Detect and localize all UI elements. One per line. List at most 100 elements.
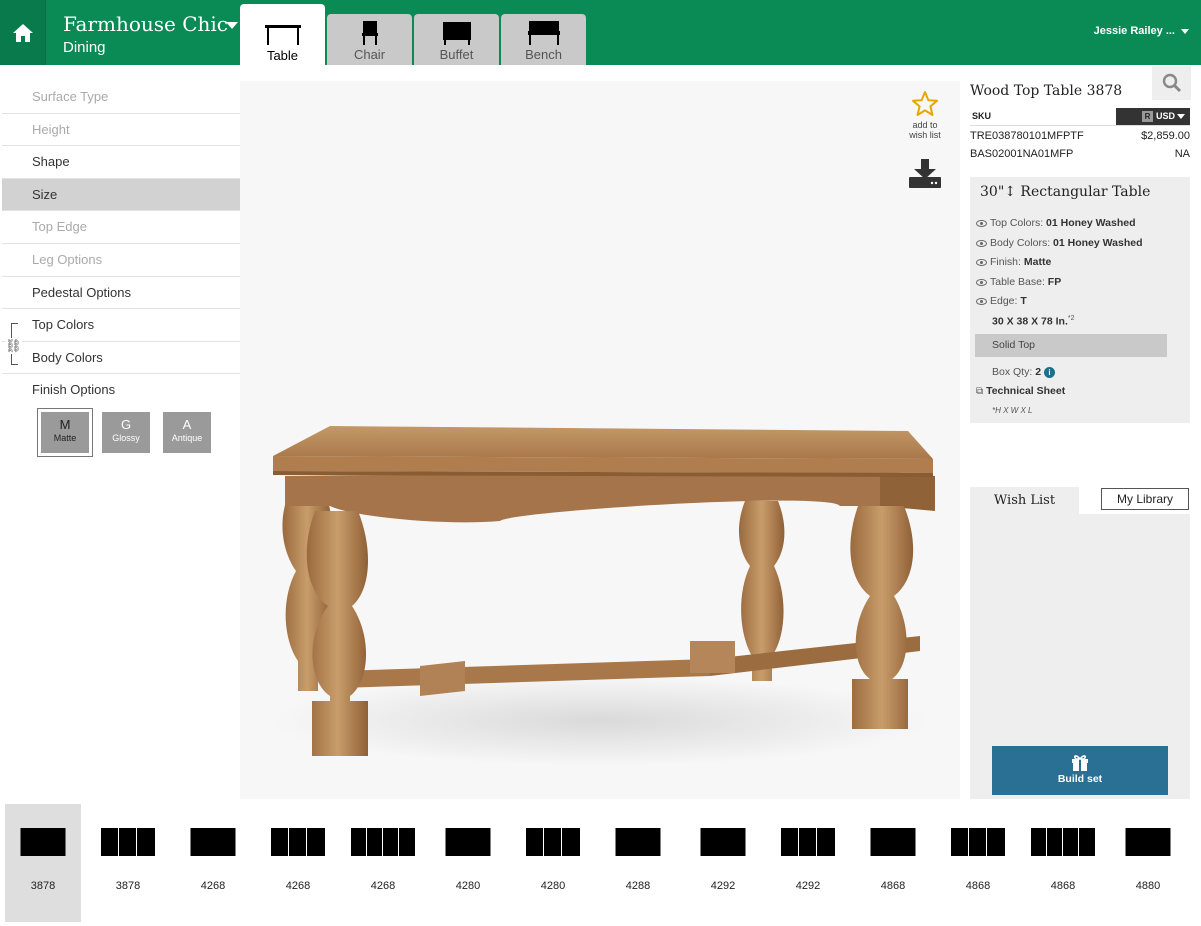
price-type-badge: R [1142, 111, 1153, 122]
finish-word: Matte [53, 433, 77, 443]
model-thumb[interactable]: 4868 [1025, 804, 1101, 922]
model-label: 4868 [880, 880, 906, 892]
menu-item-surface-type[interactable]: Surface Type [2, 81, 240, 114]
product-viewer[interactable] [240, 81, 960, 799]
download-button[interactable] [908, 159, 942, 194]
model-thumb[interactable]: 4280 [430, 804, 506, 922]
tab-buffet[interactable]: Buffet [414, 14, 499, 65]
model-thumb[interactable]: 3878 [5, 804, 81, 922]
spec-value: FP [1047, 276, 1062, 288]
chevron-down-icon [1181, 28, 1189, 34]
product-title: Wood Top Table 3878 [970, 83, 1123, 99]
collection-name: Farmhouse Chic [63, 12, 229, 36]
add-to-wishlist-button[interactable]: add to wish list [904, 90, 946, 140]
tab-wish-list[interactable]: Wish List [970, 487, 1079, 514]
add-to-wishlist-label: add to wish list [909, 120, 941, 140]
table-shape-icon [1125, 828, 1171, 856]
table-shape-icon [615, 828, 661, 856]
model-thumb[interactable]: 3878 [90, 804, 166, 922]
search-button[interactable] [1152, 66, 1191, 100]
spec-dimensions: 30 X 38 X 78 In.*2 [992, 315, 1075, 328]
collection-selector[interactable]: Farmhouse Chic Dining [63, 12, 228, 58]
menu-item-top-colors[interactable]: Top Colors [2, 309, 240, 342]
finish-word: Glossy [112, 433, 140, 443]
eye-icon[interactable] [976, 239, 987, 247]
table-shape-icon [351, 828, 415, 856]
model-thumb[interactable]: 4268 [260, 804, 336, 922]
model-label: 4268 [200, 880, 226, 892]
model-thumb[interactable]: 4292 [685, 804, 761, 922]
model-thumb[interactable]: 4268 [345, 804, 421, 922]
sku-label: SKU [972, 111, 992, 121]
spec-label: Top Colors: [990, 217, 1044, 229]
tab-my-library[interactable]: My Library [1101, 488, 1189, 510]
spec-panel: 30"↕ Rectangular Table Top Colors: 01 Ho… [970, 177, 1190, 423]
spec-table-base: Table Base: FP [976, 276, 1061, 288]
menu-item-leg-options[interactable]: Leg Options [2, 244, 240, 277]
finish-letter: M [59, 417, 71, 432]
spec-value: 01 Honey Washed [1053, 237, 1143, 249]
home-button[interactable] [0, 0, 46, 65]
table-shape-icon [526, 828, 580, 856]
table-shape-icon [1031, 828, 1095, 856]
box-qty-label: Box Qty: [992, 366, 1033, 378]
technical-sheet-link[interactable]: ⧉ Technical Sheet [976, 385, 1065, 397]
spec-title: 30"↕ Rectangular Table [980, 184, 1151, 200]
chevron-down-icon[interactable] [226, 22, 238, 29]
model-thumb[interactable]: 4288 [600, 804, 676, 922]
spec-top-colors: Top Colors: 01 Honey Washed [976, 217, 1136, 229]
model-label: 4880 [1135, 880, 1161, 892]
sku-code: TRE038780101MFPTF [970, 130, 1084, 142]
eye-icon[interactable] [976, 258, 987, 266]
menu-item-finish-options[interactable]: Finish Options [2, 374, 240, 407]
top-type: Solid Top [975, 334, 1167, 357]
unlink-icon[interactable]: ⛓ [5, 338, 22, 354]
spec-finish: Finish: Matte [976, 256, 1051, 268]
info-icon[interactable]: i [1043, 366, 1055, 378]
finish-antique[interactable]: A Antique [163, 412, 211, 453]
model-thumb[interactable]: 4292 [770, 804, 846, 922]
build-set-label: Build set [1057, 773, 1103, 785]
tab-table[interactable]: Table [240, 4, 325, 66]
model-label: 4868 [965, 880, 991, 892]
model-thumb[interactable]: 4868 [940, 804, 1016, 922]
spec-value: 01 Honey Washed [1046, 217, 1136, 229]
user-name: Jessie Railey ... [1093, 25, 1175, 37]
sku-row: BAS02001NA01MFP NA [970, 148, 1190, 160]
user-menu[interactable]: Jessie Railey ... [1094, 25, 1189, 37]
model-thumb[interactable]: 4268 [175, 804, 251, 922]
menu-item-pedestal-options[interactable]: Pedestal Options [2, 277, 240, 310]
tab-label: Table [266, 48, 299, 63]
eye-icon[interactable] [976, 297, 987, 305]
eye-icon[interactable] [976, 278, 987, 286]
build-set-button[interactable]: Build set [992, 746, 1168, 795]
model-thumb[interactable]: 4280 [515, 804, 591, 922]
room-name: Dining [63, 39, 106, 56]
finish-glossy[interactable]: G Glossy [102, 412, 150, 453]
finish-matte[interactable]: M Matte [37, 408, 93, 457]
eye-icon[interactable] [976, 219, 987, 227]
model-thumb[interactable]: 4868 [855, 804, 931, 922]
menu-item-shape[interactable]: Shape [2, 146, 240, 179]
tab-bench[interactable]: Bench [501, 14, 586, 65]
model-label: 4280 [540, 880, 566, 892]
model-label: 4280 [455, 880, 481, 892]
menu-item-size[interactable]: Size [2, 178, 240, 212]
sku-row: TRE038780101MFPTF $2,859.00 [970, 130, 1190, 142]
model-label: 4292 [710, 880, 736, 892]
tab-chair[interactable]: Chair [327, 14, 412, 65]
spec-body-colors: Body Colors: 01 Honey Washed [976, 237, 1143, 249]
spec-label: Table Base: [990, 276, 1045, 288]
model-label: 4868 [1050, 880, 1076, 892]
menu-item-body-colors[interactable]: Body Colors [2, 342, 240, 375]
model-strip: 3878 3878 4268 4268 4268 4280 4280 4288 4292 4292… [0, 804, 1201, 926]
menu-item-top-edge[interactable]: Top Edge [2, 211, 240, 244]
currency-selector[interactable]: R USD [1116, 108, 1190, 125]
search-icon [1162, 73, 1181, 93]
sku-price: $2,859.00 [1141, 130, 1190, 142]
tab-label: Chair [353, 47, 386, 62]
menu-item-height[interactable]: Height [2, 114, 240, 147]
box-qty-value: 2 [1035, 366, 1042, 378]
spec-box-qty: Box Qty: 2 i [992, 366, 1055, 378]
model-thumb[interactable]: 4880 [1110, 804, 1186, 922]
